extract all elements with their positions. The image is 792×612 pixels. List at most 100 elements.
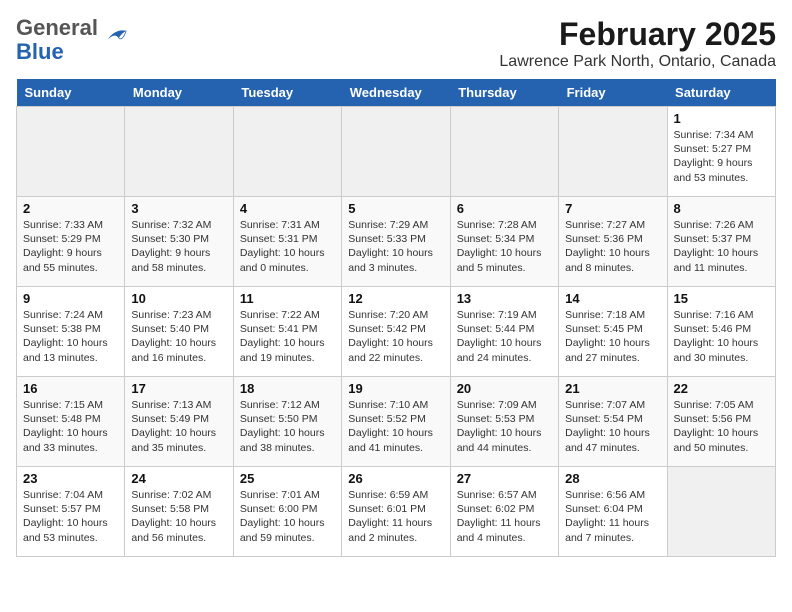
day-cell: 23 Sunrise: 7:04 AM Sunset: 5:57 PM Dayli… <box>17 467 125 557</box>
day-number: 14 <box>565 291 660 306</box>
day-cell: 14 Sunrise: 7:18 AM Sunset: 5:45 PM Dayli… <box>559 287 667 377</box>
weekday-header-row: SundayMondayTuesdayWednesdayThursdayFrid… <box>17 79 776 107</box>
day-cell: 5 Sunrise: 7:29 AM Sunset: 5:33 PM Daylig… <box>342 197 450 287</box>
day-number: 18 <box>240 381 335 396</box>
day-info: Sunrise: 7:31 AM Sunset: 5:31 PM Dayligh… <box>240 218 335 275</box>
day-number: 24 <box>131 471 226 486</box>
day-info: Sunrise: 7:01 AM Sunset: 6:00 PM Dayligh… <box>240 488 335 545</box>
day-number: 11 <box>240 291 335 306</box>
day-info: Sunrise: 7:33 AM Sunset: 5:29 PM Dayligh… <box>23 218 118 275</box>
day-cell: 12Sunrise: 7:20 AM Sunset: 5:42 PM Dayli… <box>342 287 450 377</box>
day-cell: 27 Sunrise: 6:57 AM Sunset: 6:02 PM Dayli… <box>450 467 558 557</box>
week-row-4: 16 Sunrise: 7:15 AM Sunset: 5:48 PM Dayli… <box>17 377 776 467</box>
day-number: 20 <box>457 381 552 396</box>
day-number: 9 <box>23 291 118 306</box>
day-info: Sunrise: 7:10 AM Sunset: 5:52 PM Dayligh… <box>348 398 443 455</box>
day-cell: 8Sunrise: 7:26 AM Sunset: 5:37 PM Daylig… <box>667 197 775 287</box>
day-info: Sunrise: 7:18 AM Sunset: 5:45 PM Dayligh… <box>565 308 660 365</box>
day-number: 21 <box>565 381 660 396</box>
calendar-table: SundayMondayTuesdayWednesdayThursdayFrid… <box>16 79 776 557</box>
day-cell: 9Sunrise: 7:24 AM Sunset: 5:38 PM Daylig… <box>17 287 125 377</box>
weekday-header-saturday: Saturday <box>667 79 775 107</box>
day-number: 2 <box>23 201 118 216</box>
day-info: Sunrise: 7:13 AM Sunset: 5:49 PM Dayligh… <box>131 398 226 455</box>
day-info: Sunrise: 7:27 AM Sunset: 5:36 PM Dayligh… <box>565 218 660 275</box>
day-cell: 16 Sunrise: 7:15 AM Sunset: 5:48 PM Dayli… <box>17 377 125 467</box>
day-number: 27 <box>457 471 552 486</box>
day-info: Sunrise: 7:32 AM Sunset: 5:30 PM Dayligh… <box>131 218 226 275</box>
day-cell <box>233 107 341 197</box>
day-info: Sunrise: 6:59 AM Sunset: 6:01 PM Dayligh… <box>348 488 443 545</box>
day-number: 4 <box>240 201 335 216</box>
day-cell: 18 Sunrise: 7:12 AM Sunset: 5:50 PM Dayli… <box>233 377 341 467</box>
weekday-header-monday: Monday <box>125 79 233 107</box>
week-row-2: 2 Sunrise: 7:33 AM Sunset: 5:29 PM Daylig… <box>17 197 776 287</box>
day-number: 3 <box>131 201 226 216</box>
day-info: Sunrise: 7:28 AM Sunset: 5:34 PM Dayligh… <box>457 218 552 275</box>
day-cell: 28 Sunrise: 6:56 AM Sunset: 6:04 PM Dayli… <box>559 467 667 557</box>
day-info: Sunrise: 6:57 AM Sunset: 6:02 PM Dayligh… <box>457 488 552 545</box>
day-number: 6 <box>457 201 552 216</box>
day-number: 5 <box>348 201 443 216</box>
day-info: Sunrise: 7:02 AM Sunset: 5:58 PM Dayligh… <box>131 488 226 545</box>
day-cell: 26 Sunrise: 6:59 AM Sunset: 6:01 PM Dayli… <box>342 467 450 557</box>
day-cell: 11 Sunrise: 7:22 AM Sunset: 5:41 PM Dayli… <box>233 287 341 377</box>
day-number: 17 <box>131 381 226 396</box>
day-cell: 6 Sunrise: 7:28 AM Sunset: 5:34 PM Daylig… <box>450 197 558 287</box>
day-number: 19 <box>348 381 443 396</box>
logo-general: General <box>16 15 98 40</box>
day-cell <box>17 107 125 197</box>
day-info: Sunrise: 7:12 AM Sunset: 5:50 PM Dayligh… <box>240 398 335 455</box>
day-number: 7 <box>565 201 660 216</box>
day-number: 16 <box>23 381 118 396</box>
week-row-1: 1 Sunrise: 7:34 AM Sunset: 5:27 PM Daylig… <box>17 107 776 197</box>
weekday-header-friday: Friday <box>559 79 667 107</box>
logo-blue: Blue <box>16 39 64 64</box>
day-cell: 13Sunrise: 7:19 AM Sunset: 5:44 PM Dayli… <box>450 287 558 377</box>
day-cell: 25 Sunrise: 7:01 AM Sunset: 6:00 PM Dayli… <box>233 467 341 557</box>
day-info: Sunrise: 7:04 AM Sunset: 5:57 PM Dayligh… <box>23 488 118 545</box>
weekday-header-tuesday: Tuesday <box>233 79 341 107</box>
page-header: General Blue February 2025 Lawrence Park… <box>16 16 776 71</box>
title-area: February 2025 Lawrence Park North, Ontar… <box>499 16 776 71</box>
day-info: Sunrise: 6:56 AM Sunset: 6:04 PM Dayligh… <box>565 488 660 545</box>
day-info: Sunrise: 7:20 AM Sunset: 5:42 PM Dayligh… <box>348 308 443 365</box>
day-number: 28 <box>565 471 660 486</box>
day-info: Sunrise: 7:09 AM Sunset: 5:53 PM Dayligh… <box>457 398 552 455</box>
subtitle: Lawrence Park North, Ontario, Canada <box>499 53 776 71</box>
weekday-header-wednesday: Wednesday <box>342 79 450 107</box>
day-info: Sunrise: 7:19 AM Sunset: 5:44 PM Dayligh… <box>457 308 552 365</box>
day-cell: 24 Sunrise: 7:02 AM Sunset: 5:58 PM Dayli… <box>125 467 233 557</box>
week-row-3: 9Sunrise: 7:24 AM Sunset: 5:38 PM Daylig… <box>17 287 776 377</box>
day-info: Sunrise: 7:23 AM Sunset: 5:40 PM Dayligh… <box>131 308 226 365</box>
day-number: 15 <box>674 291 769 306</box>
day-cell: 3 Sunrise: 7:32 AM Sunset: 5:30 PM Daylig… <box>125 197 233 287</box>
day-cell <box>125 107 233 197</box>
day-cell <box>667 467 775 557</box>
day-cell <box>559 107 667 197</box>
day-number: 25 <box>240 471 335 486</box>
day-cell <box>450 107 558 197</box>
logo: General Blue <box>16 16 130 64</box>
day-cell: 15Sunrise: 7:16 AM Sunset: 5:46 PM Dayli… <box>667 287 775 377</box>
day-number: 8 <box>674 201 769 216</box>
day-cell: 22 Sunrise: 7:05 AM Sunset: 5:56 PM Dayli… <box>667 377 775 467</box>
day-info: Sunrise: 7:29 AM Sunset: 5:33 PM Dayligh… <box>348 218 443 275</box>
week-row-5: 23 Sunrise: 7:04 AM Sunset: 5:57 PM Dayli… <box>17 467 776 557</box>
day-number: 23 <box>23 471 118 486</box>
day-number: 22 <box>674 381 769 396</box>
day-cell: 1 Sunrise: 7:34 AM Sunset: 5:27 PM Daylig… <box>667 107 775 197</box>
day-cell: 2 Sunrise: 7:33 AM Sunset: 5:29 PM Daylig… <box>17 197 125 287</box>
day-info: Sunrise: 7:15 AM Sunset: 5:48 PM Dayligh… <box>23 398 118 455</box>
day-info: Sunrise: 7:22 AM Sunset: 5:41 PM Dayligh… <box>240 308 335 365</box>
day-number: 10 <box>131 291 226 306</box>
day-number: 1 <box>674 111 769 126</box>
day-number: 26 <box>348 471 443 486</box>
day-cell: 7 Sunrise: 7:27 AM Sunset: 5:36 PM Daylig… <box>559 197 667 287</box>
bird-icon <box>100 21 130 51</box>
day-info: Sunrise: 7:07 AM Sunset: 5:54 PM Dayligh… <box>565 398 660 455</box>
day-cell: 20 Sunrise: 7:09 AM Sunset: 5:53 PM Dayli… <box>450 377 558 467</box>
day-info: Sunrise: 7:34 AM Sunset: 5:27 PM Dayligh… <box>674 128 769 185</box>
main-title: February 2025 <box>499 16 776 53</box>
day-info: Sunrise: 7:05 AM Sunset: 5:56 PM Dayligh… <box>674 398 769 455</box>
